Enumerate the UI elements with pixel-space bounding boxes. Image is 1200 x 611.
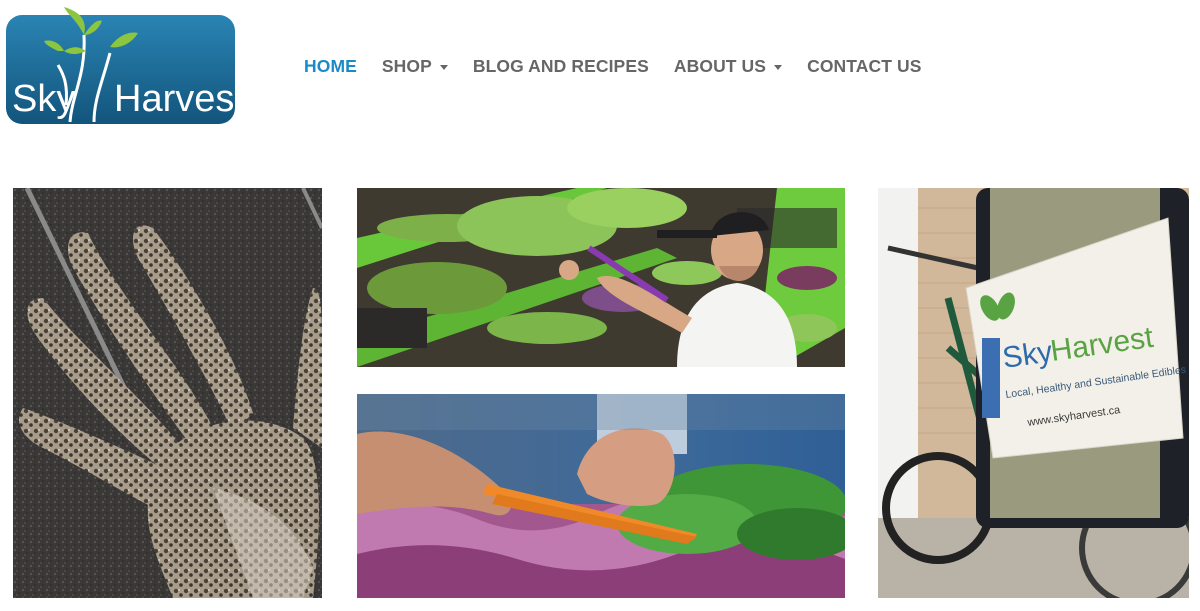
gallery-image-microgreen-racks[interactable] xyxy=(357,188,845,367)
nav-label-blog: BLOG AND RECIPES xyxy=(472,55,649,76)
nav-item-about-us[interactable]: ABOUT US xyxy=(673,55,783,77)
logo[interactable]: Sky Harvest xyxy=(6,5,235,124)
nav-label-contact: CONTACT US xyxy=(807,55,922,76)
gloved-hand-photo xyxy=(13,188,322,598)
gallery-image-gloved-hand[interactable] xyxy=(13,188,322,598)
sky-harvest-logo: Sky Harvest xyxy=(6,7,235,124)
nav-label-home: HOME xyxy=(304,55,357,76)
nav-label-about: ABOUT US xyxy=(673,55,767,76)
main-navigation: HOME SHOP BLOG AND RECIPES ABOUT US CONT… xyxy=(304,55,947,77)
nav-item-blog-and-recipes[interactable]: BLOG AND RECIPES xyxy=(473,56,649,77)
microgreen-racks-photo xyxy=(357,188,845,367)
nav-item-contact-us[interactable]: CONTACT US xyxy=(807,56,921,77)
gallery-image-delivery-bike[interactable]: Sky Harvest Local, Healthy and Sustainab… xyxy=(878,188,1189,598)
gallery-image-harvesting-greens[interactable] xyxy=(357,394,845,598)
nav-item-home[interactable]: HOME xyxy=(304,56,357,77)
nav-item-shop[interactable]: SHOP xyxy=(382,56,448,77)
harvesting-greens-photo xyxy=(357,394,845,598)
bag-brand-sky: Sky xyxy=(1000,335,1054,375)
chevron-down-icon xyxy=(439,64,448,70)
nav-label-shop: SHOP xyxy=(381,55,432,76)
logo-text-sky: Sky xyxy=(12,78,75,120)
delivery-bike-photo: Sky Harvest Local, Healthy and Sustainab… xyxy=(878,188,1189,598)
logo-text-harvest: Harvest xyxy=(114,78,235,120)
chevron-down-icon xyxy=(774,64,783,70)
